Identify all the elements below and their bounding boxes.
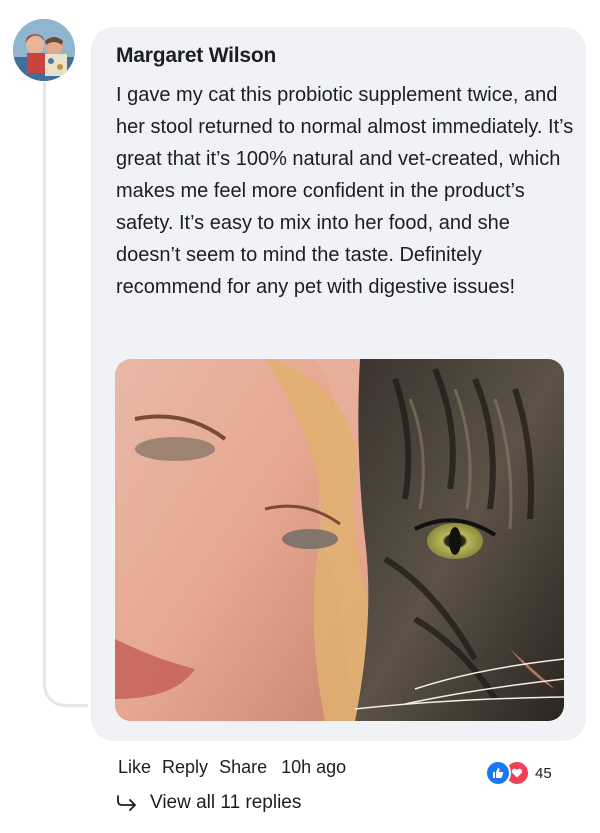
reaction-count: 45 xyxy=(535,764,552,782)
share-button[interactable]: Share xyxy=(219,757,267,778)
comment-text: I gave my cat this probiotic supplement … xyxy=(116,84,574,298)
like-button[interactable]: Like xyxy=(118,757,151,778)
avatar[interactable] xyxy=(13,19,75,81)
thumbs-up-icon xyxy=(485,760,511,786)
thread-line xyxy=(43,82,88,707)
comment-actions: Like Reply Share 10h ago xyxy=(118,757,346,778)
timestamp[interactable]: 10h ago xyxy=(281,757,346,778)
view-replies-label: View all 11 replies xyxy=(150,792,302,813)
reply-button[interactable]: Reply xyxy=(162,757,208,778)
reactions-summary[interactable]: 45 xyxy=(485,760,552,786)
reply-arrow-icon xyxy=(117,795,136,811)
view-replies-link[interactable]: View all 11 replies xyxy=(116,792,301,814)
comment-author[interactable]: Margaret Wilson xyxy=(116,44,276,68)
comment-photo[interactable] xyxy=(115,359,564,721)
